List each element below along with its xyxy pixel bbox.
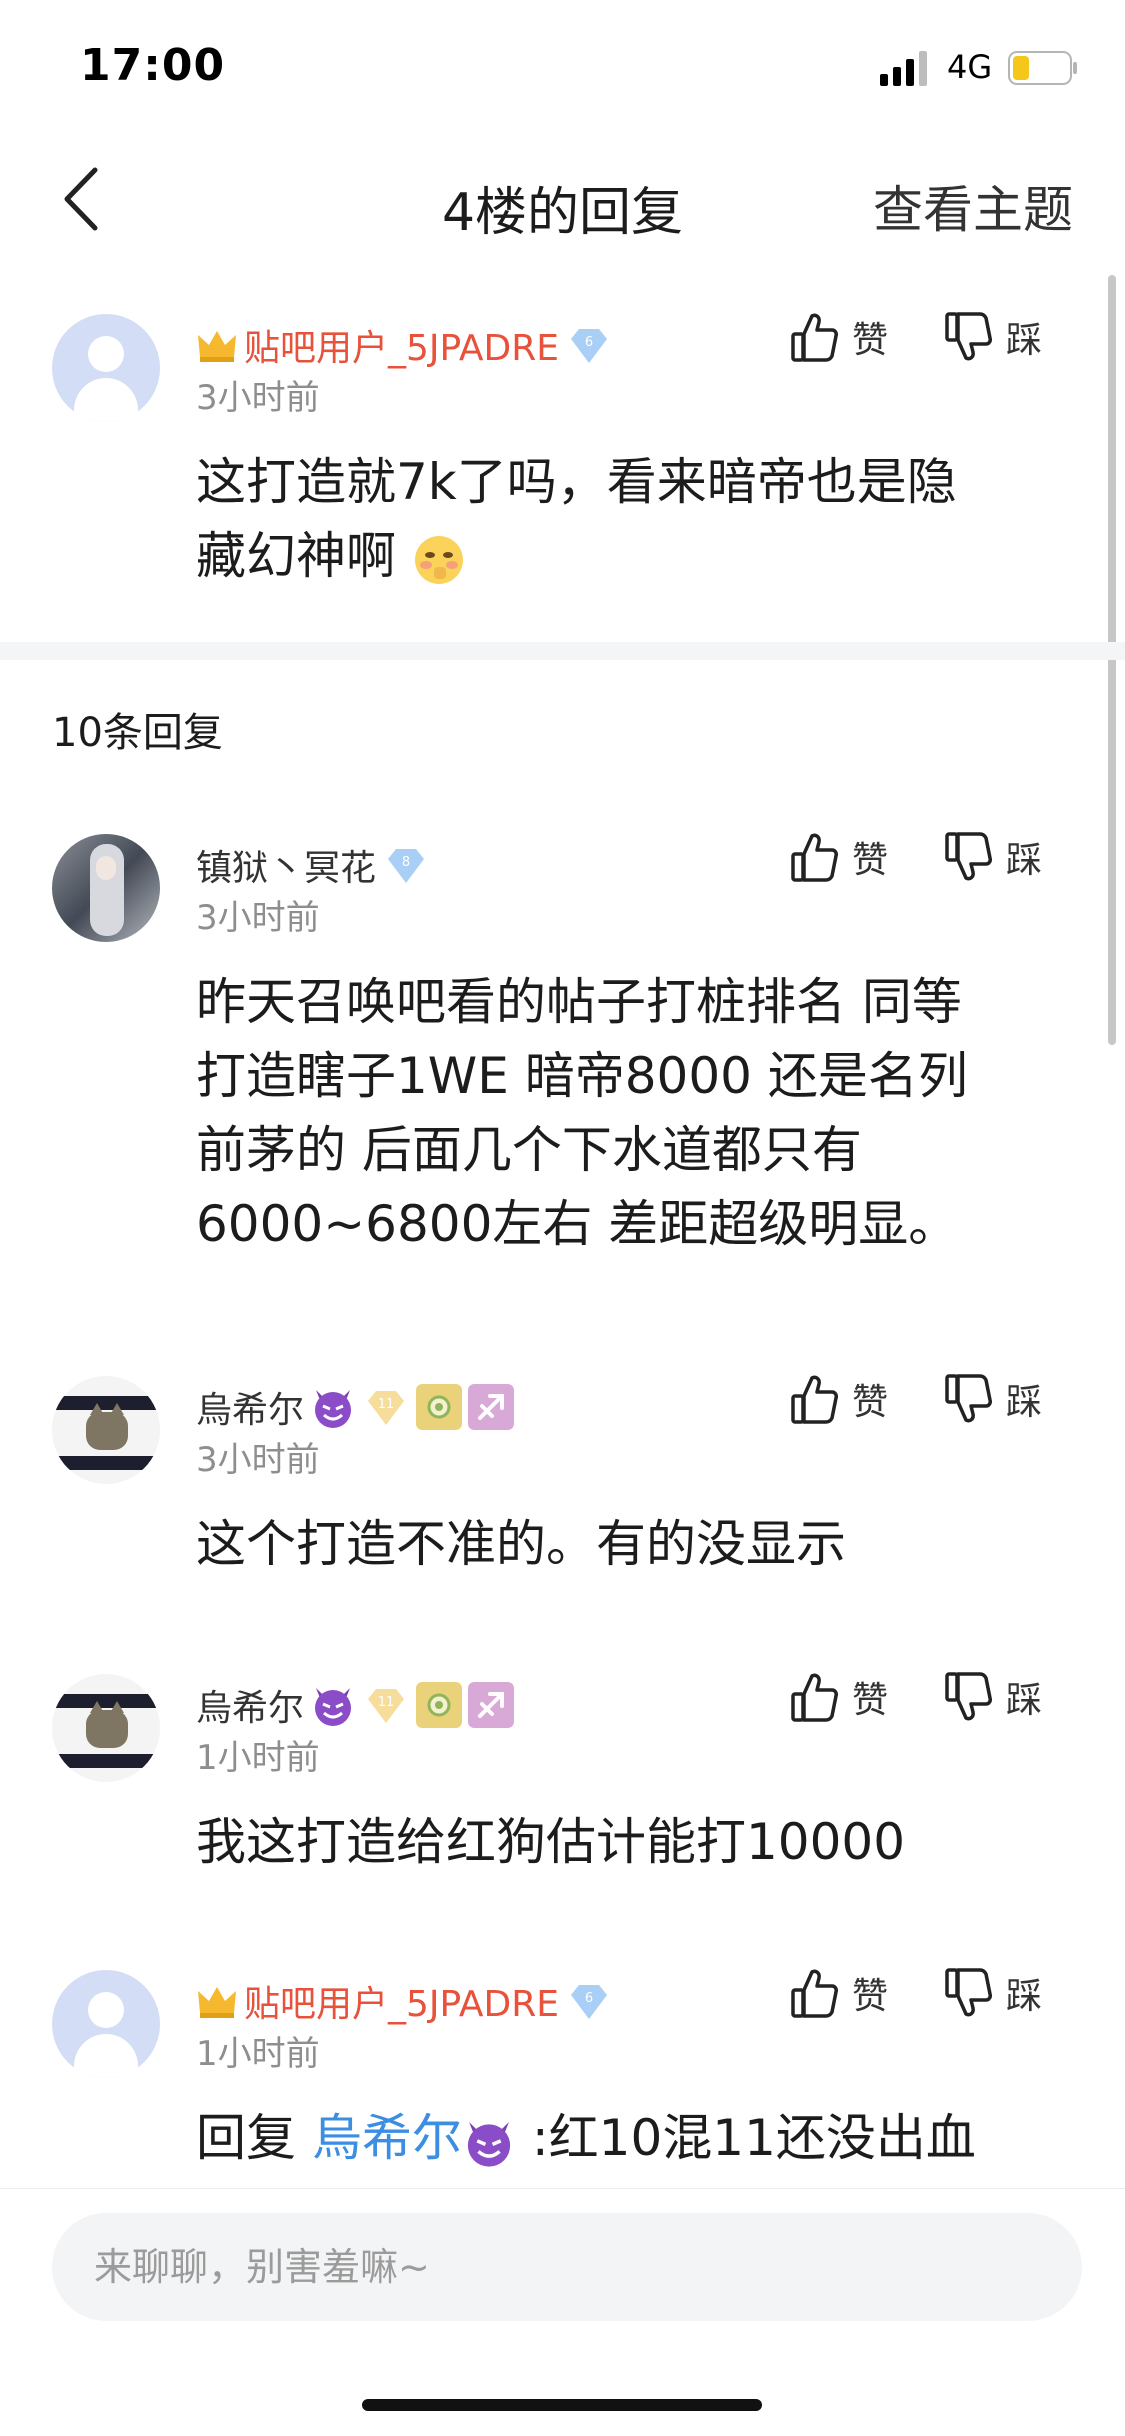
like-label: 赞 — [852, 1976, 889, 2017]
devil-emoji-icon — [467, 2121, 511, 2167]
crown-icon — [198, 331, 236, 362]
like-button[interactable]: 赞 — [790, 1372, 888, 1426]
svg-text:6: 6 — [585, 335, 593, 350]
reply-count: 10条回复 — [52, 710, 223, 756]
svg-text:11: 11 — [378, 1397, 395, 1412]
thumbs-up-icon — [791, 1969, 838, 2018]
like-label: 赞 — [852, 320, 889, 361]
timestamp: 3小时前 — [196, 898, 320, 938]
level-badge-icon: 11 — [368, 1391, 405, 1425]
home-indicator[interactable] — [362, 2399, 762, 2411]
dislike-label: 踩 — [1006, 1382, 1043, 1423]
reply-content: 我这打造给红狗估计能打10000 — [196, 1813, 906, 1871]
dislike-button[interactable]: 踩 — [944, 1372, 1042, 1426]
avatar[interactable] — [52, 1970, 160, 2078]
thumbs-down-icon — [945, 1672, 992, 1721]
battery-icon — [1008, 51, 1077, 85]
svg-text:11: 11 — [378, 1695, 395, 1710]
like-button[interactable]: 赞 — [790, 830, 888, 884]
avatar[interactable] — [52, 1376, 160, 1484]
reply-item: 烏希尔 11 1小时前 赞 踩 我这打造给红狗估计能打10000 — [0, 1670, 1125, 1910]
dislike-label: 踩 — [1006, 1680, 1043, 1721]
level-badge-icon: 6 — [571, 329, 608, 363]
username[interactable]: 镇狱丶冥花 — [196, 839, 376, 891]
like-button[interactable]: 赞 — [790, 310, 888, 364]
username[interactable]: 贴吧用户_5JPADRE — [244, 319, 559, 371]
avatar[interactable] — [52, 834, 160, 942]
avatar[interactable] — [52, 314, 160, 422]
devil-emoji-icon — [315, 1390, 352, 1428]
network-label: 4G — [947, 48, 993, 86]
sagittarius-badge-icon — [468, 1682, 515, 1728]
dislike-button[interactable]: 踩 — [944, 830, 1042, 884]
sagittarius-badge-icon — [468, 1384, 515, 1430]
dislike-label: 踩 — [1006, 1976, 1043, 2017]
dislike-label: 踩 — [1006, 320, 1043, 361]
like-button[interactable]: 赞 — [790, 1670, 888, 1724]
comment-input[interactable] — [52, 2213, 1082, 2321]
username[interactable]: 烏希尔 — [196, 1679, 304, 1731]
crown-icon — [198, 1987, 236, 2018]
level-badge-icon: 6 — [571, 1985, 608, 2019]
thumbs-down-icon — [945, 312, 992, 361]
timestamp: 3小时前 — [196, 1440, 320, 1480]
sun-badge-icon — [416, 1682, 463, 1728]
comment-content: 这打造就7k了吗，看来暗帝也是隐 藏幻神啊 — [196, 453, 957, 585]
status-bar: 17:00 4G — [0, 0, 1125, 135]
like-button[interactable]: 赞 — [790, 1966, 888, 2020]
thumbs-up-icon — [791, 833, 838, 882]
sun-badge-icon — [416, 1384, 463, 1430]
view-topic-button[interactable]: 查看主题 — [873, 170, 1073, 242]
avatar[interactable] — [52, 1674, 160, 1782]
bottom-input-bar — [0, 2188, 1125, 2436]
shy-emoji-icon — [414, 535, 463, 584]
reply-item: 贴吧用户_5JPADRE 6 1小时前 赞 踩 回复 烏希尔 :红10混11还没… — [0, 1966, 1125, 2188]
like-label: 赞 — [852, 1382, 889, 1423]
dislike-label: 踩 — [1006, 840, 1043, 881]
username[interactable]: 烏希尔 — [196, 1381, 304, 1433]
thumbs-up-icon — [791, 313, 838, 362]
svg-text:8: 8 — [402, 855, 410, 870]
level-badge-icon: 8 — [388, 849, 425, 883]
reply-item: 镇狱丶冥花 8 3小时前 赞 踩 昨天召唤吧看的帖子打桩排名 同等 打造瞎子1W… — [0, 830, 1125, 1300]
thumbs-down-icon — [945, 832, 992, 881]
timestamp: 3小时前 — [196, 378, 320, 418]
reply-item: 烏希尔 11 3小时前 赞 踩 这个打造不准的。有的没显示 — [0, 1372, 1125, 1612]
devil-emoji-icon — [315, 1688, 352, 1726]
dislike-button[interactable]: 踩 — [944, 1966, 1042, 2020]
reply-content: 回复 烏希尔 :红10混11还没出血 — [196, 2109, 976, 2167]
username[interactable]: 贴吧用户_5JPADRE — [244, 1975, 559, 2027]
dislike-button[interactable]: 踩 — [944, 1670, 1042, 1724]
signal-icon — [880, 51, 927, 86]
thumbs-down-icon — [945, 1374, 992, 1423]
svg-text:6: 6 — [585, 1991, 593, 2006]
section-divider — [0, 642, 1125, 660]
main-comment: 贴吧用户_5JPADRE 6 3小时前 赞 踩 这打造就7k了吗，看来暗帝也是隐… — [0, 310, 1125, 640]
dislike-button[interactable]: 踩 — [944, 310, 1042, 364]
mention-link[interactable]: 烏希尔 — [312, 2109, 462, 2167]
reply-content: 昨天召唤吧看的帖子打桩排名 同等 打造瞎子1WE 暗帝8000 还是名列 前茅的… — [196, 973, 968, 1253]
level-badge-icon: 11 — [368, 1689, 405, 1723]
reply-content: 这个打造不准的。有的没显示 — [196, 1515, 846, 1573]
like-label: 赞 — [852, 1680, 889, 1721]
nav-header: 4楼的回复 查看主题 — [0, 140, 1125, 260]
thumbs-up-icon — [791, 1673, 838, 1722]
timestamp: 1小时前 — [196, 1738, 320, 1778]
thumbs-down-icon — [945, 1968, 992, 2017]
thumbs-up-icon — [791, 1375, 838, 1424]
status-time: 17:00 — [80, 40, 226, 91]
timestamp: 1小时前 — [196, 2034, 320, 2074]
like-label: 赞 — [852, 840, 889, 881]
